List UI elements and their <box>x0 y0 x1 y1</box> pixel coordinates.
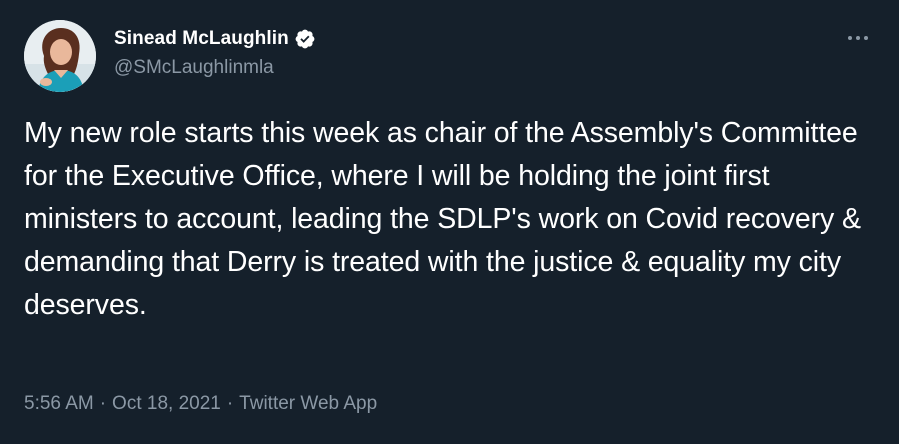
author-handle[interactable]: @SMcLaughlinmla <box>114 57 316 79</box>
tweet-time[interactable]: 5:56 AM <box>24 393 94 414</box>
tweet-header: Sinead McLaughlin @SMcLaughlinmla <box>24 20 875 92</box>
author-identity: Sinead McLaughlin @SMcLaughlinmla <box>114 26 316 79</box>
tweet-text: My new role starts this week as chair of… <box>24 117 861 321</box>
tweet-date[interactable]: Oct 18, 2021 <box>112 393 221 414</box>
verified-badge-icon <box>294 28 316 50</box>
meta-separator: · <box>226 393 234 414</box>
tweet-meta: 5:56 AM · Oct 18, 2021 · Twitter Web App <box>24 393 377 415</box>
tweet-card: Sinead McLaughlin @SMcLaughlinmla My new… <box>0 0 899 444</box>
tweet-source: Twitter Web App <box>239 393 378 414</box>
more-options-button[interactable] <box>841 26 875 50</box>
author-display-name[interactable]: Sinead McLaughlin <box>114 28 289 50</box>
avatar-photo <box>24 20 96 92</box>
avatar[interactable] <box>24 20 96 92</box>
name-row: Sinead McLaughlin <box>114 26 316 52</box>
meta-separator: · <box>99 393 107 414</box>
more-options-icon <box>848 36 868 40</box>
